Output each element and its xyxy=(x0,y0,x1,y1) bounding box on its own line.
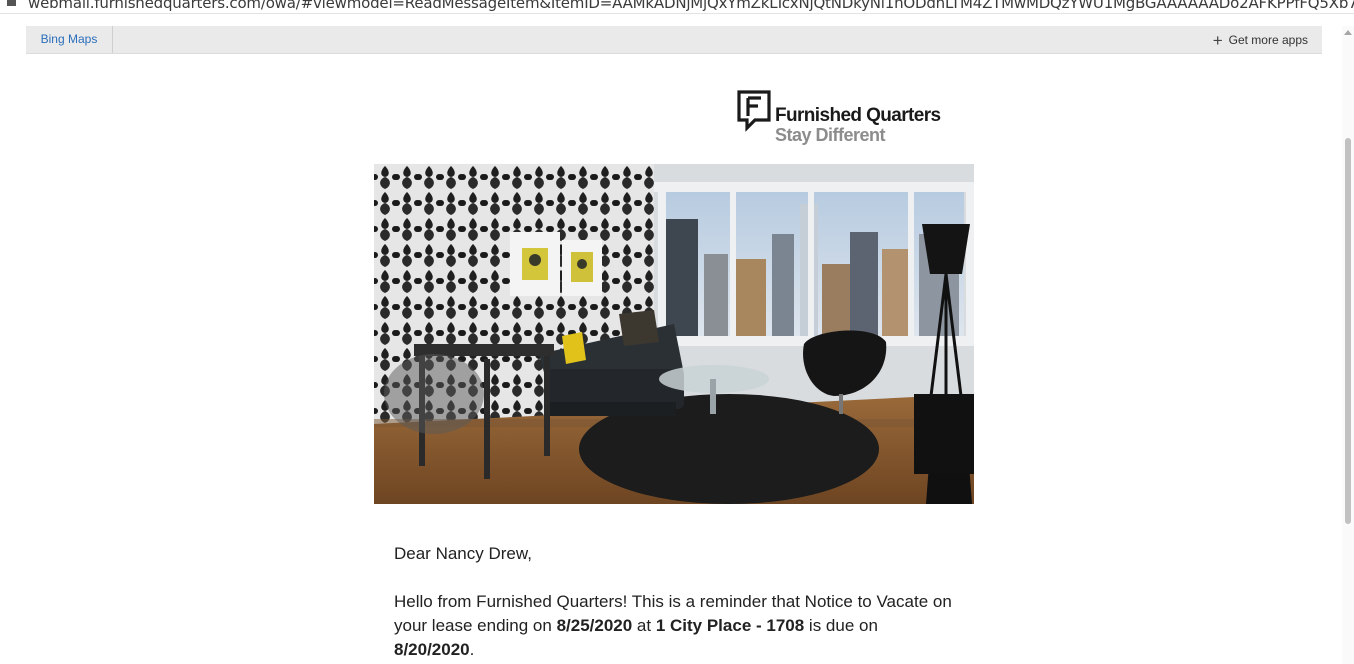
logo-name: Furnished Quarters xyxy=(775,105,941,126)
url-text: webmail.furnishedquarters.com/owa/#viewm… xyxy=(28,0,1354,12)
scroll-up-icon[interactable] xyxy=(1344,30,1352,35)
lease-end-date: 8/25/2020 xyxy=(556,616,633,635)
body-text-3: is due on xyxy=(804,616,878,635)
plus-icon: + xyxy=(1212,31,1223,50)
lock-icon xyxy=(7,0,16,6)
apartment-photo xyxy=(374,164,974,504)
unit-address: 1 City Place - 1708 xyxy=(655,616,805,635)
scrollbar[interactable] xyxy=(1342,26,1354,664)
notice-due-date: 8/20/2020 xyxy=(394,640,470,659)
email-body: Dear Nancy Drew, Hello from Furnished Qu… xyxy=(394,542,954,662)
company-logo: Furnished Quarters Stay Different xyxy=(737,90,967,150)
email-paragraph: Hello from Furnished Quarters! This is a… xyxy=(394,590,954,662)
email-greeting: Dear Nancy Drew, xyxy=(394,544,532,563)
address-bar[interactable]: webmail.furnishedquarters.com/owa/#viewm… xyxy=(0,0,1354,14)
app-tab-bing-maps[interactable]: Bing Maps xyxy=(26,26,113,53)
scrollbar-thumb[interactable] xyxy=(1345,138,1351,524)
body-text-2: at xyxy=(632,616,656,635)
logo-tagline: Stay Different xyxy=(775,125,886,145)
furnished-quarters-logo-icon xyxy=(737,90,771,132)
body-text-4: . xyxy=(469,640,475,659)
get-more-apps-button[interactable]: + Get more apps xyxy=(1213,26,1308,53)
apps-bar: Bing Maps + Get more apps xyxy=(26,26,1322,54)
get-more-apps-label: Get more apps xyxy=(1228,33,1308,47)
